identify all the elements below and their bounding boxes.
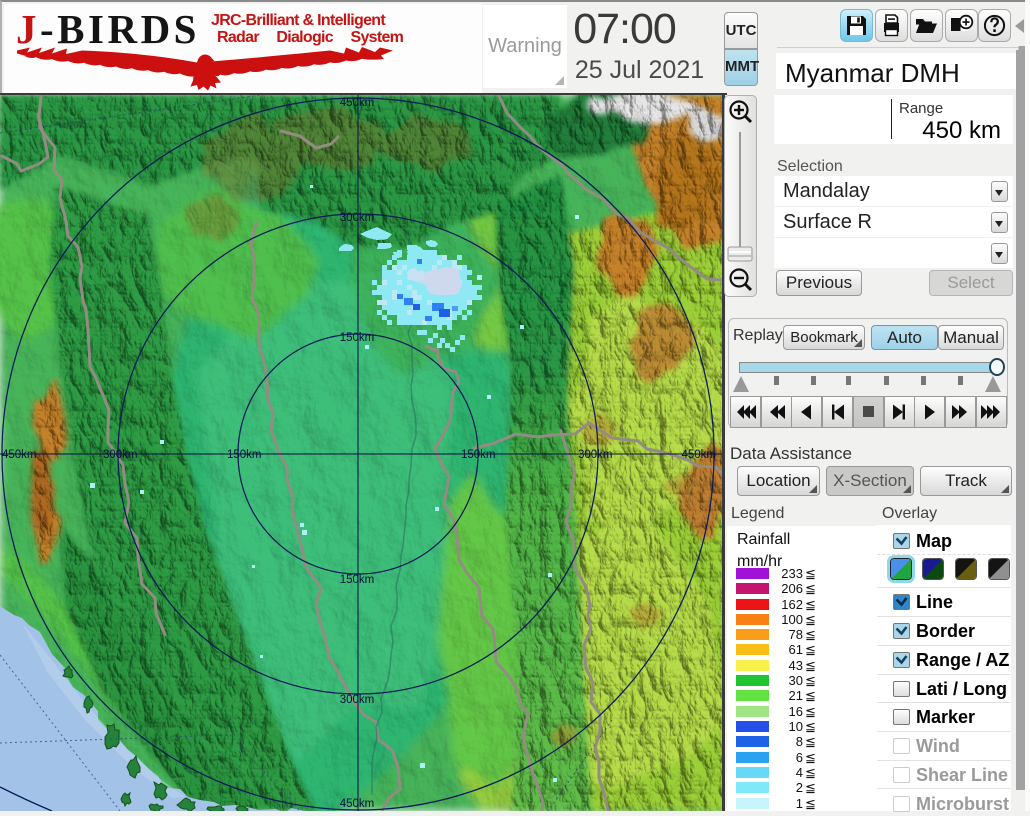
svg-text:300km: 300km (340, 212, 375, 224)
svg-text:450km: 450km (340, 798, 375, 810)
svg-text:450km: 450km (2, 449, 37, 461)
svg-text:450km: 450km (681, 449, 716, 461)
svg-text:150km: 150km (461, 449, 496, 461)
svg-text:150km: 150km (227, 449, 262, 461)
svg-text:150km: 150km (340, 574, 375, 586)
svg-text:300km: 300km (103, 449, 138, 461)
svg-text:450km: 450km (340, 97, 375, 109)
svg-text:300km: 300km (578, 449, 613, 461)
svg-text:300km: 300km (340, 694, 375, 706)
svg-text:150km: 150km (340, 332, 375, 344)
